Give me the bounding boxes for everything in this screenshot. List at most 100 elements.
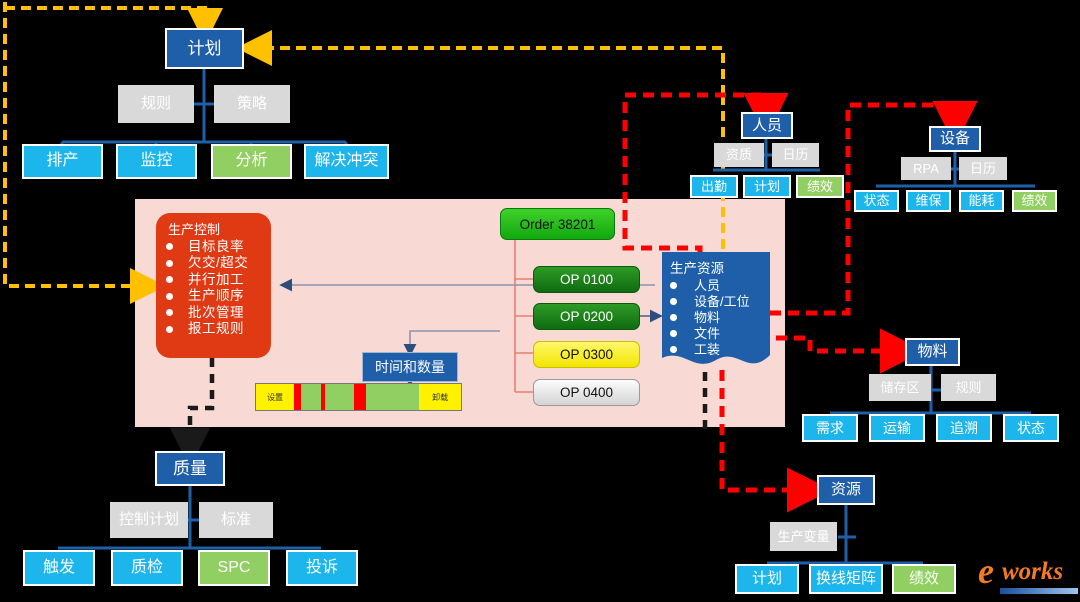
node-material-attr-storage[interactable]: 储存区 [869,374,931,401]
node-material-child-demand[interactable]: 需求 [802,414,858,442]
node-equipment-attr-rpa[interactable]: RPA [901,157,951,180]
node-resource-root[interactable]: 资源 [817,475,875,505]
node-plan-child-jiankong[interactable]: 监控 [116,144,197,179]
operation-timeline[interactable]: 设置 卸载 [255,383,462,411]
node-quality-attr-standard[interactable]: 标准 [199,502,273,538]
node-time-quantity[interactable]: 时间和数量 [362,352,458,382]
node-label: SPC [217,558,251,576]
node-label: 资源 [830,481,861,499]
timeline-segment[interactable] [353,384,366,410]
node-plan-attr-rule[interactable]: 规则 [118,85,194,123]
node-label: 排产 [46,152,79,170]
node-quality-attr-controlplan[interactable]: 控制计划 [110,502,188,538]
node-quality-child-complaint[interactable]: 投诉 [286,550,358,586]
plan-tree-lines [60,68,348,144]
operation-op0100[interactable]: OP 0100 [533,266,640,293]
operation-op0400[interactable]: OP 0400 [533,379,640,406]
operation-label: OP 0300 [559,347,614,362]
node-quality-child-inspection[interactable]: 质检 [111,550,183,586]
node-material-attr-rule[interactable]: 规则 [941,374,996,401]
node-quality-child-spc[interactable]: SPC [198,550,270,586]
list-item[interactable]: 物料 [670,310,770,326]
list-item[interactable]: 工装 [670,342,770,358]
list-item[interactable]: 报工规则 [166,321,263,337]
node-label: 触发 [42,558,75,576]
node-label: 监控 [140,152,173,170]
timeline-segment[interactable] [365,384,420,410]
node-label: 追溯 [950,419,978,436]
node-equipment-root[interactable]: 设备 [929,126,981,152]
node-resource-child-plan[interactable]: 计划 [735,564,799,594]
diagram-canvas: 计划 规则 策略 排产 监控 分析 解决冲突 人员 资质 日历 出勤 计划 绩效… [0,0,1080,602]
node-plan-root[interactable]: 计划 [165,28,244,69]
list-item[interactable]: 文件 [670,326,770,342]
node-plan-child-paichan[interactable]: 排产 [22,144,103,179]
list-item-label: 并行加工 [188,271,244,287]
node-label: 日历 [782,147,809,163]
node-label: 投诉 [305,558,338,576]
node-label: 计划 [187,38,222,58]
node-personnel-root[interactable]: 人员 [741,112,793,139]
node-label: 需求 [816,419,844,436]
timeline-segment-unload[interactable]: 卸载 [419,384,461,410]
list-item-label: 报工规则 [188,321,244,337]
node-material-child-transport[interactable]: 运输 [869,414,925,442]
node-plan-child-jiejuechongtu[interactable]: 解决冲突 [304,144,389,179]
logo-underline [1000,588,1078,594]
timeline-segment[interactable] [324,384,354,410]
list-item[interactable]: 人员 [670,278,770,294]
node-personnel-child-performance[interactable]: 绩效 [796,175,844,198]
operation-op0200[interactable]: OP 0200 [533,303,640,330]
node-plan-child-fenxi[interactable]: 分析 [211,144,292,179]
list-item[interactable]: 生产顺序 [166,288,263,304]
node-label: 状态 [1017,419,1045,436]
list-item[interactable]: 设备/工位 [670,294,770,310]
node-label: 控制计划 [118,511,179,529]
list-item[interactable]: 目标良率 [166,239,263,255]
operation-op0300[interactable]: OP 0300 [533,341,640,368]
node-label: 储存区 [880,379,920,395]
orange-flow-to-plan-top [5,6,223,44]
production-control-list: 目标良率 欠交/超交 并行加工 生产顺序 批次管理 报工规则 [166,239,263,338]
node-label: 状态 [863,193,890,209]
node-equipment-child-maintenance[interactable]: 维保 [906,190,951,212]
operation-label: OP 0200 [559,309,614,324]
node-label: 生产变量 [777,528,830,544]
node-label: 设备 [939,130,970,148]
node-equipment-child-energy[interactable]: 能耗 [959,190,1004,212]
list-item[interactable]: 批次管理 [166,305,263,321]
node-label: 时间和数量 [375,358,445,375]
node-personnel-attr-calendar[interactable]: 日历 [772,143,819,167]
node-material-child-status[interactable]: 状态 [1003,414,1059,442]
production-resource-card[interactable]: 生产资源 人员 设备/工位 物料 文件 工装 [662,252,770,377]
timeline-segment[interactable] [301,384,321,410]
node-material-child-trace[interactable]: 追溯 [936,414,992,442]
order-box[interactable]: Order 38201 [500,208,615,240]
list-item[interactable]: 并行加工 [166,272,263,288]
timeline-segment-setup[interactable]: 设置 [256,384,295,410]
node-label: RPA [913,160,939,176]
node-resource-attr-variable[interactable]: 生产变量 [770,522,837,551]
list-item-label: 设备/工位 [694,294,750,310]
production-control-card[interactable]: 生产控制 目标良率 欠交/超交 并行加工 生产顺序 批次管理 报工规则 [156,213,271,358]
node-equipment-child-performance[interactable]: 绩效 [1012,190,1057,212]
node-label: 资质 [725,147,752,163]
operation-label: OP 0400 [559,385,614,400]
node-resource-child-performance[interactable]: 绩效 [892,564,956,594]
list-item-label: 物料 [694,310,721,326]
node-equipment-attr-calendar[interactable]: 日历 [959,157,1007,180]
list-item-label: 批次管理 [188,304,244,320]
list-item[interactable]: 欠交/超交 [166,255,263,271]
timeline-segment[interactable] [294,384,302,410]
node-personnel-child-plan[interactable]: 计划 [743,175,791,198]
node-personnel-child-attendance[interactable]: 出勤 [690,175,738,198]
node-material-root[interactable]: 物料 [905,338,960,366]
node-equipment-child-status[interactable]: 状态 [854,190,899,212]
node-personnel-attr-qualification[interactable]: 资质 [714,143,764,167]
node-quality-child-trigger[interactable]: 触发 [23,550,95,586]
list-item-label: 人员 [694,278,721,293]
node-label: 规则 [955,379,982,395]
node-plan-attr-strategy[interactable]: 策略 [214,85,290,123]
node-quality-root[interactable]: 质量 [155,451,225,486]
node-resource-child-changeover[interactable]: 换线矩阵 [809,564,883,594]
